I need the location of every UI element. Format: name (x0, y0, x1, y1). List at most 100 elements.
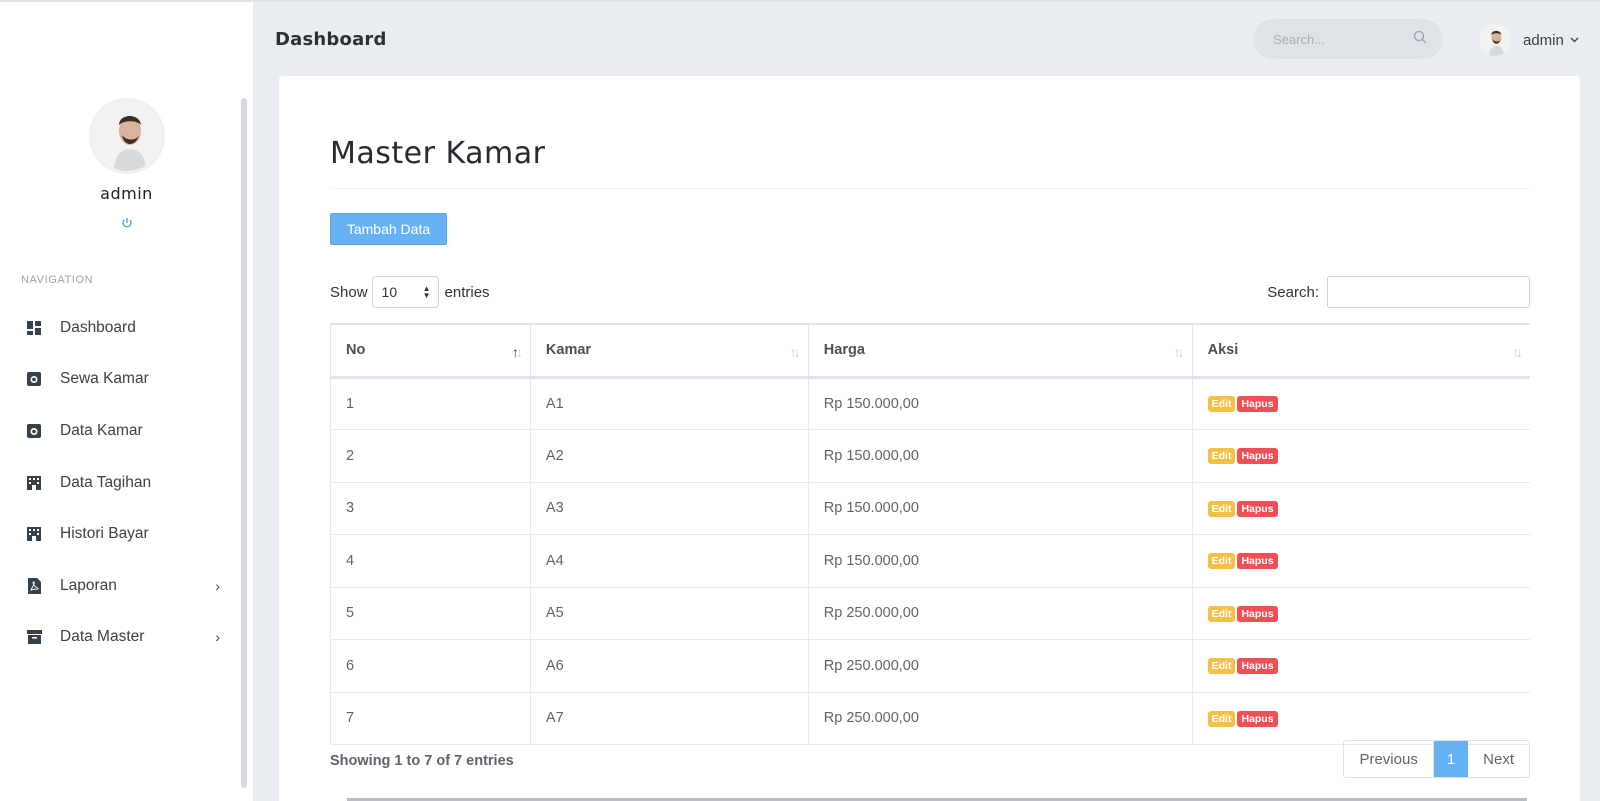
cell-aksi: Edit Hapus (1191, 377, 1530, 430)
sort-icon: ↑↓ (789, 344, 801, 360)
sidebar-item-label: Histori Bayar (60, 525, 149, 543)
column-header-harga[interactable]: Harga ↑↓ (807, 323, 1193, 379)
search-icon[interactable] (1413, 30, 1427, 49)
sidebar-item-data-kamar[interactable]: Data Kamar (0, 405, 240, 457)
delete-button[interactable]: Hapus (1237, 396, 1278, 413)
camera-icon (26, 371, 42, 387)
edit-button[interactable]: Edit (1207, 605, 1236, 622)
cell-harga: Rp 150.000,00 (807, 482, 1193, 535)
next-page-button[interactable]: Next (1468, 741, 1529, 777)
table-search: Search: (1267, 276, 1530, 308)
edit-button[interactable]: Edit (1207, 448, 1236, 465)
cell-kamar: A7 (529, 692, 809, 745)
cell-harga: Rp 150.000,00 (807, 534, 1193, 588)
cell-no: 2 (330, 429, 531, 483)
column-header-no[interactable]: No ↑↓ (330, 323, 531, 379)
pdf-file-icon (26, 577, 42, 594)
column-header-label: Kamar (545, 342, 592, 359)
cell-kamar: A2 (529, 429, 809, 483)
cell-no: 5 (330, 587, 531, 640)
delete-button[interactable]: Hapus (1237, 710, 1278, 727)
entries-select-wrap: 10 ▲ ▼ (368, 276, 445, 308)
column-header-label: Aksi (1207, 342, 1239, 359)
sidebar-profile: admin (0, 98, 253, 234)
column-header-label: Harga (823, 342, 865, 359)
sidebar-item-data-tagihan[interactable]: Data Tagihan (0, 457, 240, 509)
edit-button[interactable]: Edit (1207, 396, 1236, 413)
table-row: 4 A4 Rp 150.000,00 Edit Hapus (330, 534, 1530, 588)
delete-button[interactable]: Hapus (1237, 605, 1278, 622)
table-row: 7 A7 Rp 250.000,00 Edit Hapus (330, 692, 1530, 745)
data-table: No ↑↓ Kamar ↑↓ Harga ↑↓ Aksi ↑↓ 1 A1 Rp … (330, 323, 1530, 745)
dashboard-icon (26, 320, 42, 336)
sidebar-item-label: Laporan (60, 576, 117, 594)
cell-kamar: A4 (529, 534, 809, 588)
edit-button[interactable]: Edit (1207, 500, 1236, 517)
cell-no: 4 (330, 534, 531, 588)
sidebar-item-sewa-kamar[interactable]: Sewa Kamar (0, 354, 240, 406)
chevron-right-icon: › (215, 629, 220, 646)
sidebar-scrollbar[interactable] (241, 98, 247, 788)
topbar-search-input[interactable] (1273, 31, 1403, 47)
previous-page-button[interactable]: Previous (1344, 741, 1434, 777)
chevron-right-icon: › (215, 577, 220, 594)
edit-button[interactable]: Edit (1207, 658, 1236, 675)
chevron-down-icon (1570, 35, 1579, 46)
edit-button[interactable]: Edit (1207, 553, 1236, 570)
column-header-aksi[interactable]: Aksi ↑↓ (1191, 323, 1530, 379)
page-1-button[interactable]: 1 (1433, 741, 1469, 777)
cell-harga: Rp 150.000,00 (807, 377, 1193, 430)
column-header-kamar[interactable]: Kamar ↑↓ (529, 323, 809, 379)
building-icon (26, 526, 42, 542)
cell-kamar: A3 (529, 482, 809, 535)
sidebar-item-dashboard[interactable]: Dashboard (0, 302, 240, 354)
cell-harga: Rp 150.000,00 (807, 429, 1193, 483)
table-search-input[interactable] (1327, 276, 1530, 308)
cell-kamar: A1 (529, 377, 809, 430)
sidebar-item-histori-bayar[interactable]: Histori Bayar (0, 508, 240, 560)
topbar-search[interactable] (1253, 19, 1443, 59)
power-icon[interactable] (121, 217, 133, 232)
cell-aksi: Edit Hapus (1191, 429, 1530, 483)
cell-no: 1 (330, 377, 531, 430)
table-row: 1 A1 Rp 150.000,00 Edit Hapus (330, 377, 1530, 430)
table-row: 3 A3 Rp 150.000,00 Edit Hapus (330, 482, 1530, 535)
cell-kamar: A5 (529, 587, 809, 640)
cell-aksi: Edit Hapus (1191, 639, 1530, 693)
sidebar-item-laporan[interactable]: Laporan › (0, 560, 240, 612)
entries-select[interactable]: 10 (371, 276, 439, 308)
sidebar-item-label: Data Kamar (60, 421, 143, 439)
cell-harga: Rp 250.000,00 (807, 639, 1193, 693)
building-icon (26, 475, 42, 491)
cell-aksi: Edit Hapus (1191, 587, 1530, 640)
add-data-button[interactable]: Tambah Data (330, 213, 447, 245)
delete-button[interactable]: Hapus (1237, 658, 1278, 675)
entries-length-control: Show 10 ▲ ▼ entries (330, 276, 490, 308)
sort-icon: ↑↓ (511, 344, 523, 360)
sidebar-item-data-master[interactable]: Data Master › (0, 612, 240, 664)
delete-button[interactable]: Hapus (1237, 553, 1278, 570)
delete-button[interactable]: Hapus (1237, 448, 1278, 465)
pagination: Previous 1 Next (1343, 740, 1530, 778)
avatar (1479, 24, 1511, 56)
table-info: Showing 1 to 7 of 7 entries (330, 753, 514, 769)
table-body: 1 A1 Rp 150.000,00 Edit Hapus 2 A2 Rp 150… (330, 377, 1530, 745)
cell-aksi: Edit Hapus (1191, 692, 1530, 745)
cell-aksi: Edit Hapus (1191, 534, 1530, 588)
table-search-label: Search: (1267, 283, 1319, 301)
topbar-title: Dashboard (275, 29, 387, 50)
sort-icon: ↑↓ (1173, 344, 1185, 360)
cell-harga: Rp 250.000,00 (807, 587, 1193, 640)
edit-button[interactable]: Edit (1207, 710, 1236, 727)
table-row: 5 A5 Rp 250.000,00 Edit Hapus (330, 587, 1530, 640)
archive-icon (26, 629, 42, 645)
divider (330, 188, 1530, 189)
cell-harga: Rp 250.000,00 (807, 692, 1193, 745)
sidebar-item-label: Data Master (60, 628, 145, 646)
user-menu[interactable]: admin (1479, 24, 1579, 56)
show-label: Show (330, 283, 368, 301)
avatar[interactable] (88, 98, 165, 174)
table-row: 6 A6 Rp 250.000,00 Edit Hapus (330, 639, 1530, 693)
table-header-row: No ↑↓ Kamar ↑↓ Harga ↑↓ Aksi ↑↓ (330, 323, 1530, 379)
delete-button[interactable]: Hapus (1237, 500, 1278, 517)
